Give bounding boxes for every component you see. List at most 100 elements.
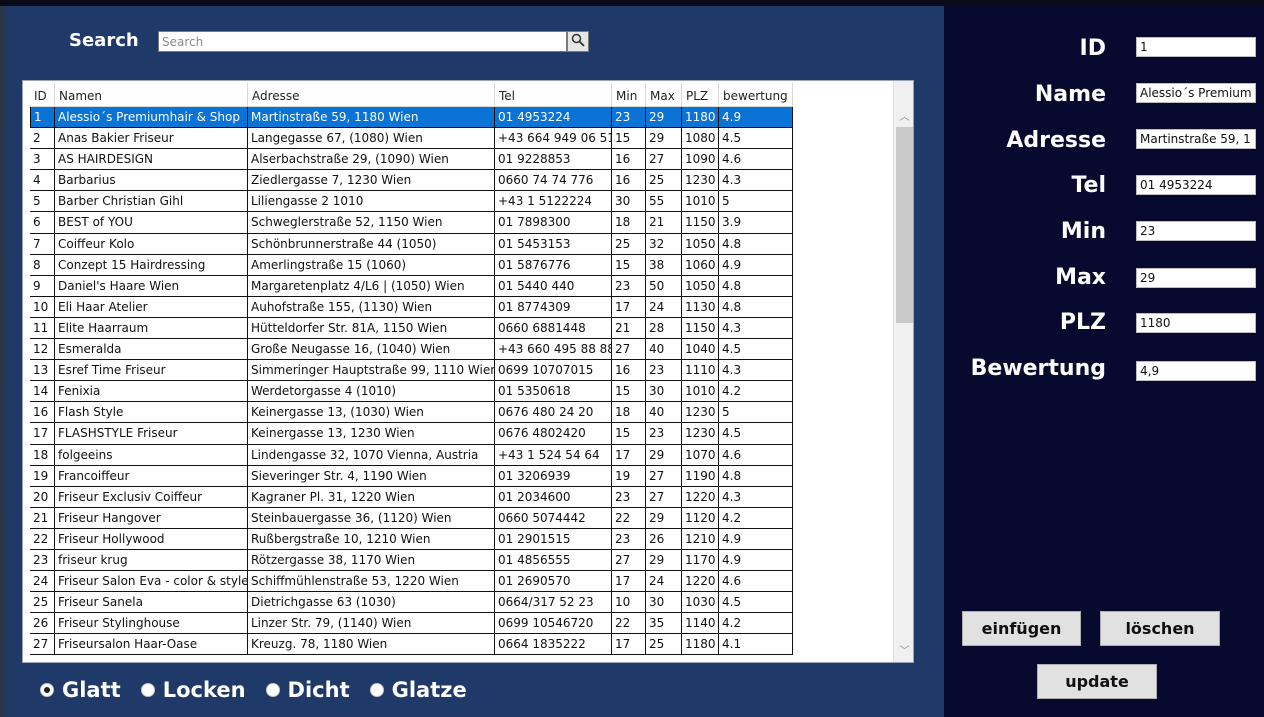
table-row[interactable]: 10 Eli Haar Atelier Auhofstraße 155, (1130… — [30, 296, 894, 318]
table-row[interactable]: 3 AS HAIRDESIGN Alserbachstraße 29, (1090… — [30, 149, 894, 171]
column-header[interactable]: Namen — [55, 83, 248, 107]
column-header[interactable]: ID — [30, 83, 55, 107]
table-cell: 30 — [612, 191, 646, 213]
table-row[interactable]: 25 Friseur Sanela Dietrichgasse 63 (1030) 0… — [30, 592, 894, 614]
table-cell: 1050 — [682, 233, 719, 255]
min-field[interactable] — [1136, 221, 1256, 241]
table-cell: Keinergasse 13, (1030) Wien — [248, 402, 495, 424]
radio-circle-icon[interactable] — [265, 683, 280, 697]
table-cell: 23 — [612, 275, 646, 297]
update-button[interactable]: update — [1037, 664, 1157, 699]
max-label: Max — [1055, 265, 1106, 290]
table-cell: Barbarius — [55, 170, 248, 192]
table-cell: 17 — [612, 296, 646, 318]
table-cell: Friseursalon Haar-Oase — [55, 634, 248, 656]
table-row[interactable]: 8 Conzept 15 Hairdressing Amerlingstraße 1… — [30, 254, 894, 276]
plz-field[interactable] — [1136, 313, 1256, 333]
search-button[interactable] — [567, 31, 589, 52]
table-cell: 22 — [612, 507, 646, 529]
radio-locken[interactable]: Locken — [140, 678, 246, 702]
table-row[interactable]: 21 Friseur Hangover Steinbauergasse 36, (1… — [30, 507, 894, 529]
table-cell: 17 — [612, 571, 646, 593]
table-row[interactable]: 11 Elite Haarraum Hütteldorfer Str. 81A, … — [30, 317, 894, 340]
table-cell: Liliengasse 2 1010 — [248, 191, 495, 213]
radio-circle-icon[interactable] — [40, 683, 54, 697]
table-row[interactable]: 26 Friseur Stylinghouse Linzer Str. 79, (1… — [30, 613, 894, 635]
table-cell: 0664 1835222 — [495, 634, 612, 656]
table-cell: 23 — [612, 528, 646, 550]
table-cell: 1110 — [682, 360, 719, 382]
table-row[interactable]: 17 FLASHSTYLE Friseur Keinergasse 13, 1230… — [30, 423, 894, 445]
name-field[interactable] — [1136, 83, 1256, 103]
table-row[interactable]: 5 Barber Christian Gihl Liliengasse 2 1010… — [30, 191, 894, 213]
table-row[interactable]: 2 Anas Bakier Friseur Langegasse 67, (1080… — [30, 128, 894, 150]
bewertung-field[interactable] — [1136, 361, 1256, 381]
table-cell: Elite Haarraum — [55, 317, 248, 340]
table-cell: 26 — [646, 528, 682, 550]
table-cell: 29 — [646, 444, 682, 466]
table-row[interactable]: 7 Coiffeur Kolo Schönbrunnerstraße 44 (105… — [30, 233, 894, 255]
table-cell: 18 — [612, 212, 646, 234]
table-cell: Conzept 15 Hairdressing — [55, 254, 248, 276]
radio-circle-icon[interactable] — [140, 683, 155, 697]
table-row[interactable]: 18 folgeeins Lindengasse 32, 1070 Vienna, … — [30, 444, 894, 466]
table-cell: 12 — [30, 339, 55, 361]
radio-dicht[interactable]: Dicht — [265, 678, 350, 702]
window-left-border — [0, 6, 10, 717]
chevron-down-icon[interactable]: ﹀ — [894, 641, 913, 662]
max-field[interactable] — [1136, 268, 1256, 288]
column-header[interactable]: Adresse — [248, 83, 495, 107]
table-cell: 15 — [612, 381, 646, 403]
search-input[interactable] — [158, 31, 567, 52]
salon-table[interactable]: ID Namen Adresse Tel Min Max PLZ bewertung 1 Ale… — [22, 80, 914, 663]
table-row[interactable]: 16 Flash Style Keinergasse 13, (1030) Wien… — [30, 402, 894, 424]
table-cell: Esmeralda — [55, 339, 248, 361]
column-header[interactable]: Min — [612, 83, 646, 107]
table-row[interactable]: 4 Barbarius Ziedlergasse 7, 1230 Wien 0660… — [30, 170, 894, 192]
radio-glatt[interactable]: Glatt — [40, 678, 121, 702]
table-row[interactable]: 22 Friseur Hollywood Rußbergstraße 10, 121… — [30, 528, 894, 550]
chevron-up-icon[interactable]: ︿ — [894, 107, 913, 129]
table-cell: Esref Time Friseur — [55, 360, 248, 382]
table-cell: +43 1 5122224 — [495, 191, 612, 213]
delete-button[interactable]: löschen — [1100, 611, 1220, 646]
table-cell: 01 7898300 — [495, 212, 612, 234]
table-cell: 29 — [646, 507, 682, 529]
table-cell: 01 5440 440 — [495, 275, 612, 297]
adresse-field[interactable] — [1136, 129, 1256, 149]
radio-glatze[interactable]: Glatze — [369, 678, 467, 702]
vertical-scrollbar[interactable]: ︿ ﹀ — [893, 81, 913, 662]
table-cell: 1010 — [682, 381, 719, 403]
table-cell: 38 — [646, 254, 682, 276]
table-row[interactable]: 6 BEST of YOU Schweglerstraße 52, 1150 Wie… — [30, 212, 894, 234]
table-row[interactable]: 23 friseur krug Rötzergasse 38, 1170 Wien 0… — [30, 549, 894, 572]
bewertung-label: Bewertung — [970, 356, 1106, 381]
table-row[interactable]: 19 Francoiffeur Sieveringer Str. 4, 1190 W… — [30, 465, 894, 487]
table-cell: 01 4953224 — [495, 107, 612, 129]
table-cell: 4.6 — [719, 444, 793, 466]
table-row[interactable]: 24 Friseur Salon Eva - color & style Schif… — [30, 571, 894, 593]
column-header[interactable]: PLZ — [682, 83, 719, 107]
table-cell: 4.3 — [719, 317, 793, 340]
table-row[interactable]: 13 Esref Time Friseur Simmeringer Hauptst… — [30, 360, 894, 382]
radio-label: Glatt — [62, 678, 121, 702]
table-row[interactable]: 9 Daniel's Haare Wien Margaretenplatz 4/L6… — [30, 275, 894, 297]
table-row[interactable]: 14 Fenixia Werdetorgasse 4 (1010) 01 535061… — [30, 381, 894, 403]
table-row[interactable]: 27 Friseursalon Haar-Oase Kreuzg. 78, 1180… — [30, 634, 894, 656]
id-field[interactable] — [1136, 37, 1256, 57]
table-cell: Martinstraße 59, 1180 Wien — [248, 107, 495, 129]
column-header[interactable]: Max — [646, 83, 682, 107]
table-row[interactable]: 1 Alessio´s Premiumhair & Shop Martinstraß… — [30, 107, 894, 129]
column-header[interactable]: Tel — [495, 83, 612, 107]
min-label: Min — [1060, 219, 1106, 244]
table-row[interactable]: 12 Esmeralda Große Neugasse 16, (1040) Wie… — [30, 339, 894, 361]
column-header[interactable]: bewertung — [719, 83, 793, 107]
table-cell: 23 — [646, 360, 682, 382]
tel-field[interactable] — [1136, 175, 1256, 195]
insert-button[interactable]: einfügen — [962, 611, 1081, 646]
radio-circle-icon[interactable] — [369, 683, 384, 697]
table-cell: Rötzergasse 38, 1170 Wien — [248, 549, 495, 572]
table-cell: 19 — [612, 465, 646, 487]
table-row[interactable]: 20 Friseur Exclusiv Coiffeur Kagraner Pl. … — [30, 486, 894, 508]
scrollbar-thumb[interactable] — [896, 127, 913, 323]
